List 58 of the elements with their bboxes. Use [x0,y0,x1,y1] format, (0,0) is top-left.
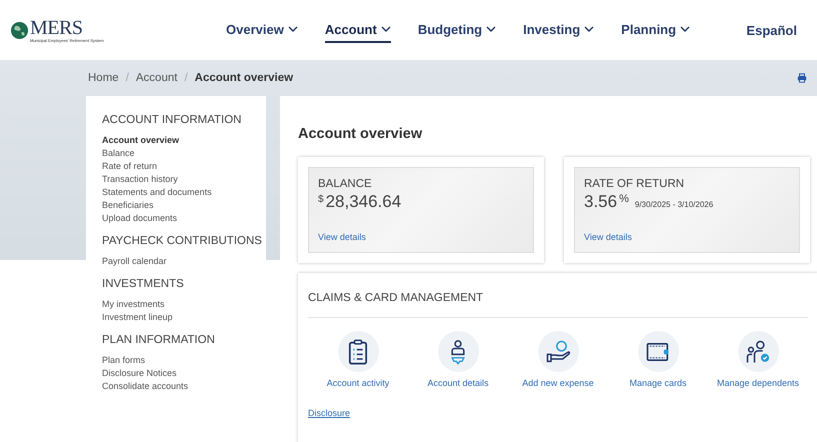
sidebar-link[interactable]: Disclosure Notices [102,367,260,380]
action-link[interactable]: Add new expense [522,378,594,388]
breadcrumb-link[interactable]: Account [136,72,178,84]
sidebar-link[interactable]: Payroll calendar [102,255,260,268]
person-gear-icon[interactable] [438,331,478,372]
chevron-down-icon [486,26,496,32]
nav-menu-item[interactable]: Budgeting [418,18,496,42]
sidebar-link[interactable]: Beneficiaries [102,199,260,212]
sidebar-link[interactable]: Transaction history [102,173,260,186]
language-link[interactable]: Español [746,22,797,38]
view-details-link[interactable]: View details [318,232,524,242]
nav-menu-item[interactable]: Planning [621,18,690,42]
chevron-down-icon [584,26,594,32]
sidebar-link[interactable]: Consolidate accounts [102,380,260,393]
breadcrumb-link[interactable]: Home [88,72,119,84]
sidebar-link[interactable]: Statements and documents [102,186,260,199]
chevron-down-icon [380,26,391,32]
sidebar-link[interactable]: Upload documents [102,212,260,225]
page-title: Account overview [298,126,424,142]
sidebar-link[interactable]: Account overview [102,134,260,147]
sidebar-heading: INVESTMENTS [102,278,185,290]
currency-symbol: $ [318,194,324,205]
sidebar-link[interactable]: Plan forms [102,354,260,367]
breadcrumb-link[interactable]: Account overview [194,72,294,84]
sidebar-link[interactable]: Rate of return [102,160,260,173]
sidebar-heading: PAYCHECK CONTRIBUTIONS [102,235,260,247]
chevron-down-icon [288,26,298,32]
action-link[interactable]: Manage cards [629,378,687,388]
nav-menu-item[interactable]: Overview [226,18,298,42]
action-link[interactable]: Manage dependents [716,378,800,388]
card-title: RATE OF RETURN [584,178,686,190]
hand-coin-icon[interactable] [538,331,578,372]
print-icon[interactable] [797,73,807,83]
nav-menu-item[interactable]: Investing [523,18,594,42]
sidebar-link[interactable]: My investments [102,298,260,311]
sidebar-link[interactable]: Balance [102,147,260,160]
card-value: 28,346.64 [326,192,402,212]
nav-menu-item[interactable]: Account [324,18,391,42]
people-icon[interactable] [738,331,778,372]
percent-sign: % [619,193,629,205]
card-value: 3.56 [584,192,618,212]
breadcrumb-separator: / [126,72,129,84]
disclosure-link[interactable]: Disclosure [308,408,350,418]
action-link[interactable]: Account activity [326,378,390,388]
action-link[interactable]: Account details [427,378,489,388]
view-details-link[interactable]: View details [584,232,790,242]
sidebar-heading: PLAN INFORMATION [102,334,216,346]
date-range: 9/30/2025 - 3/10/2026 [634,200,714,209]
wallet-icon[interactable] [638,331,678,372]
card-title: BALANCE [318,178,373,190]
clipboard-icon[interactable] [338,331,378,372]
sidebar-link[interactable]: Investment lineup [102,311,260,324]
chevron-down-icon [680,26,690,32]
section-title: CLAIMS & CARD MANAGEMENT [308,273,808,318]
globe-icon [10,20,29,40]
breadcrumb-separator: / [184,72,188,84]
logo-wordmark: MERS [30,18,84,38]
sidebar-heading: ACCOUNT INFORMATION [102,114,242,126]
